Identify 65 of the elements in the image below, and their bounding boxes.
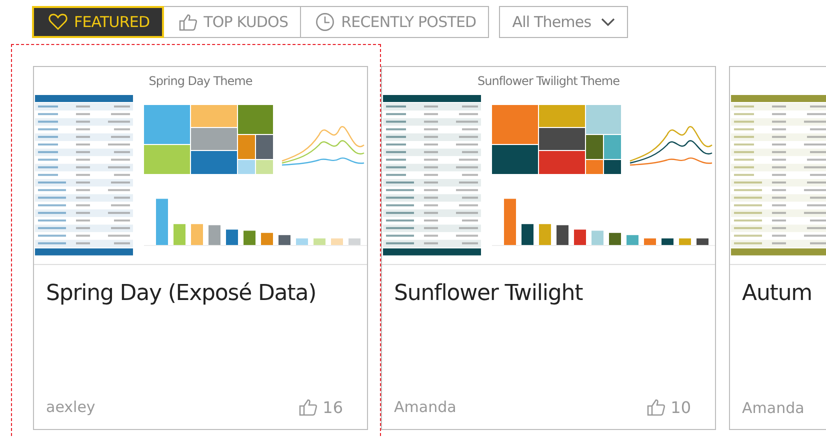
treemap-tile — [604, 160, 621, 174]
bar — [522, 224, 534, 245]
bar — [679, 238, 691, 245]
treemap-tile — [144, 145, 190, 174]
bar — [331, 238, 343, 245]
bar — [191, 224, 203, 245]
author-name: Amanda — [394, 398, 456, 416]
bar — [574, 230, 586, 245]
card-title: Sunflower Twilight — [393, 280, 584, 306]
bar — [314, 238, 326, 245]
treemap-tile — [191, 151, 237, 174]
treemap-tile — [586, 135, 603, 159]
treemap-tile — [586, 105, 621, 134]
author-name: Amanda — [742, 399, 804, 417]
bar — [539, 224, 551, 245]
thumbs-up-icon — [178, 12, 198, 32]
bar — [662, 238, 674, 245]
thumbs-up-icon — [298, 397, 318, 417]
chevron-down-icon — [601, 18, 616, 26]
treemap-tile — [238, 135, 255, 159]
preview-title: Sunflower Twilight Theme — [478, 74, 620, 88]
thumbs-up-icon — [646, 397, 666, 417]
bar — [592, 230, 604, 245]
kudos-count: 10 — [670, 398, 691, 416]
card-title: Autum — [741, 280, 813, 306]
treemap-tile — [256, 135, 273, 159]
treemap-tile — [238, 105, 273, 134]
treemap-tile — [191, 105, 237, 127]
bar — [244, 230, 256, 245]
treemap-tile — [586, 160, 603, 174]
bar — [174, 224, 186, 245]
treemap-tile — [256, 160, 273, 174]
preview-title: Spring Day Theme — [148, 74, 252, 88]
bar — [278, 235, 290, 245]
theme-dropdown[interactable]: All Themes — [499, 6, 628, 38]
tab[interactable]: FEATURED — [32, 6, 164, 38]
bar — [208, 225, 220, 245]
kudos-count: 16 — [322, 398, 343, 416]
author-name: aexley — [46, 398, 96, 416]
bar — [348, 238, 360, 245]
clock-icon — [315, 12, 336, 32]
bar — [504, 198, 516, 245]
treemap-tile — [539, 105, 585, 127]
treemap-tile — [604, 135, 621, 159]
bar — [609, 232, 621, 245]
bar — [261, 232, 273, 245]
bar — [156, 198, 168, 245]
card-title: Spring Day (Exposé Data) — [45, 280, 318, 306]
report-card[interactable]: Autum Amanda — [729, 66, 826, 430]
treemap-tile — [539, 151, 585, 174]
treemap-tile — [144, 105, 190, 144]
treemap-tile — [492, 105, 538, 144]
bar — [226, 230, 238, 245]
treemap-tile — [539, 128, 585, 150]
report-card[interactable]: Sunflower Twilight Theme Sunflower Twilight Amanda 10 — [381, 66, 716, 430]
treemap-tile — [492, 145, 538, 174]
bar — [296, 238, 308, 245]
treemap-tile — [191, 128, 237, 150]
bar — [696, 238, 708, 245]
treemap-tile — [238, 160, 255, 174]
heart-icon — [48, 12, 68, 32]
report-card[interactable]: Spring Day Theme Spring Day (Exposé Data) aexley 16 — [33, 66, 368, 430]
bar — [626, 235, 638, 245]
bar — [556, 225, 568, 245]
bar — [644, 238, 656, 245]
